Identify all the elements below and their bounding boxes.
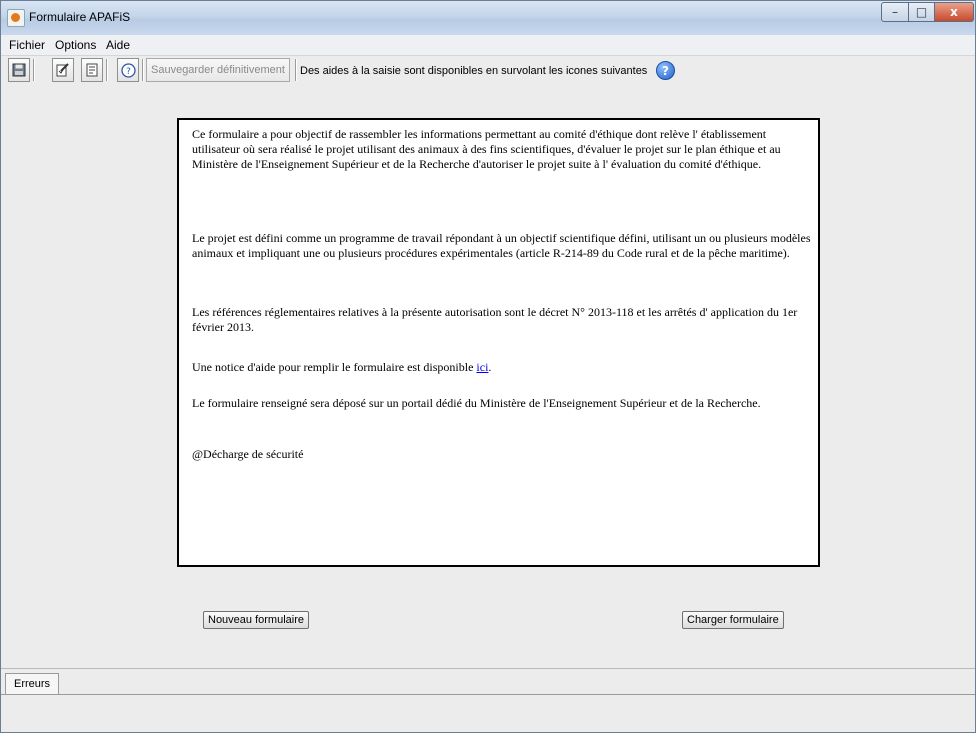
app-window: Formulaire APAFiS – □ x Fichier Options … xyxy=(0,0,976,733)
maximize-icon: □ xyxy=(915,5,928,19)
maximize-button[interactable]: □ xyxy=(908,2,935,22)
help-notice-link[interactable]: ici xyxy=(476,360,488,374)
toolbar-separator xyxy=(33,59,35,81)
menu-aide[interactable]: Aide xyxy=(106,38,130,52)
minimize-button[interactable]: – xyxy=(881,2,909,22)
intro-paragraph-4: Une notice d'aide pour remplir le formul… xyxy=(192,360,492,374)
new-form-button[interactable]: Nouveau formulaire xyxy=(203,611,309,629)
load-form-button[interactable]: Charger formulaire xyxy=(682,611,784,629)
intro-paragraph-3: Les références réglementaires relatives … xyxy=(192,305,798,334)
help-hint-text: Des aides à la saisie sont disponibles e… xyxy=(300,65,648,77)
toolbar: ? Sauvegarder définitivement Des aides à… xyxy=(1,56,975,86)
tab-divider xyxy=(1,694,975,695)
close-button[interactable]: x xyxy=(934,2,974,22)
toolbar-separator xyxy=(295,59,297,81)
toolbar-separator xyxy=(142,59,144,81)
help-circle-icon: ? xyxy=(120,62,136,78)
tab-erreurs[interactable]: Erreurs xyxy=(5,673,60,694)
document-icon xyxy=(86,63,98,77)
save-final-button[interactable]: Sauvegarder définitivement xyxy=(146,58,290,82)
java-app-icon xyxy=(7,9,25,27)
menu-fichier[interactable]: Fichier xyxy=(9,38,45,52)
edit-check-icon xyxy=(56,63,69,77)
menu-options[interactable]: Options xyxy=(55,38,96,52)
document-button[interactable] xyxy=(81,58,103,82)
intro-paragraph-5: Le formulaire renseigné sera déposé sur … xyxy=(192,396,761,410)
toolbar-separator xyxy=(106,59,108,81)
window-title: Formulaire APAFiS xyxy=(29,10,131,24)
save-button[interactable] xyxy=(8,58,30,82)
security-disclaimer: @Décharge de sécurité xyxy=(192,447,304,461)
minimize-icon: – xyxy=(892,5,898,19)
save-icon xyxy=(12,63,26,77)
help-info-icon[interactable]: ? xyxy=(656,61,675,80)
intro-paragraph-2: Le projet est défini comme un programme … xyxy=(192,231,811,260)
intro-paragraph-1: Ce formulaire a pour objectif de rassemb… xyxy=(192,127,781,171)
intro-text-box: Ce formulaire a pour objectif de rassemb… xyxy=(177,118,820,567)
svg-text:?: ? xyxy=(126,67,131,77)
close-icon: x xyxy=(950,5,958,19)
menu-bar: Fichier Options Aide xyxy=(1,35,975,56)
title-bar[interactable]: Formulaire APAFiS – □ x xyxy=(1,1,975,35)
help-button[interactable]: ? xyxy=(117,58,139,82)
validate-button[interactable] xyxy=(52,58,74,82)
errors-panel: Erreurs xyxy=(1,668,975,733)
